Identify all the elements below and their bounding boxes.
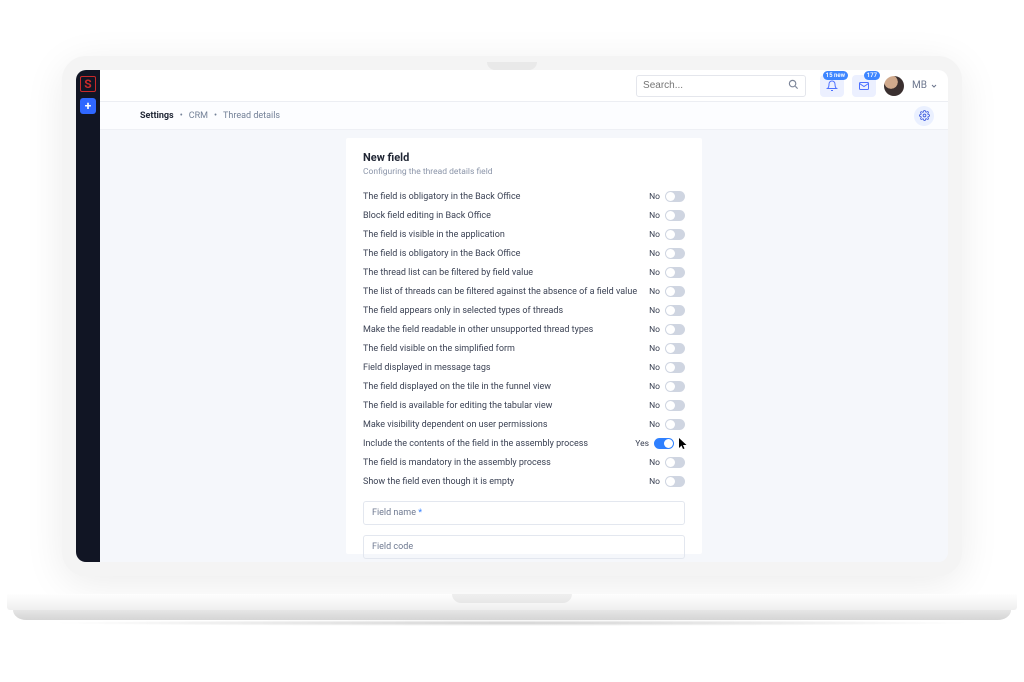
toggle-state-text: No — [649, 249, 660, 259]
toggle-row: The field is visible in the application N… — [363, 225, 685, 244]
toggle-row: The field is mandatory in the assembly p… — [363, 453, 685, 472]
card-subtitle: Configuring the thread details field — [363, 167, 685, 177]
toggle-label: The field is visible in the application — [363, 230, 505, 240]
toggle-label: Field displayed in message tags — [363, 363, 491, 373]
page-settings-button[interactable] — [914, 106, 934, 126]
toggle-switch[interactable] — [665, 476, 685, 487]
toggle-row: The field appears only in selected types… — [363, 301, 685, 320]
toggle-row: The field is available for editing the t… — [363, 396, 685, 415]
toggle-label: Make the field readable in other unsuppo… — [363, 325, 593, 335]
toggle-switch[interactable] — [665, 362, 685, 373]
toggle-state-text: No — [649, 344, 660, 354]
search-icon — [788, 79, 799, 93]
messages-badge: 177 — [864, 71, 880, 80]
toggle-row: Block field editing in Back Office No — [363, 206, 685, 225]
search-box[interactable] — [636, 75, 806, 97]
toggle-state-text: No — [649, 382, 660, 392]
toggle-state-text: No — [649, 192, 660, 202]
toggle-switch[interactable] — [665, 324, 685, 335]
notifications-badge: 15 new — [823, 71, 848, 80]
toggle-label: Block field editing in Back Office — [363, 211, 491, 221]
toggle-label: The list of threads can be filtered agai… — [363, 287, 637, 297]
toggle-label: The field is obligatory in the Back Offi… — [363, 192, 520, 202]
toggle-switch[interactable] — [665, 457, 685, 468]
field-code-input[interactable]: Field code — [363, 535, 685, 559]
topbar: 15 new 177 MB — [100, 70, 948, 102]
toggle-row: Include the contents of the field in the… — [363, 434, 685, 453]
toggle-state-text: No — [649, 401, 660, 411]
toggle-switch[interactable] — [665, 400, 685, 411]
breadcrumb-page[interactable]: Thread details — [223, 111, 280, 121]
app-root: S + 15 new — [76, 70, 948, 562]
toggle-switch[interactable] — [665, 381, 685, 392]
toggle-switch[interactable] — [665, 191, 685, 202]
toggle-state-text: No — [649, 420, 660, 430]
toggle-row: Show the field even though it is empty No — [363, 472, 685, 491]
toggle-switch[interactable] — [665, 229, 685, 240]
toggle-label: The thread list can be filtered by field… — [363, 268, 533, 278]
toggle-switch[interactable] — [665, 210, 685, 221]
notifications-button[interactable]: 15 new — [820, 75, 844, 97]
field-name-input[interactable]: Field name * — [363, 501, 685, 525]
user-menu[interactable]: MB — [912, 80, 938, 91]
toggle-row: The field displayed on the tile in the f… — [363, 377, 685, 396]
toggle-row: The field visible on the simplified form… — [363, 339, 685, 358]
toggle-switch[interactable] — [665, 286, 685, 297]
toggle-state-text: No — [649, 325, 660, 335]
toggle-label: The field is available for editing the t… — [363, 401, 552, 411]
toggle-state-text: No — [649, 477, 660, 487]
toggle-switch[interactable] — [665, 343, 685, 354]
toggle-state-text: No — [649, 363, 660, 373]
messages-button[interactable]: 177 — [852, 75, 876, 97]
breadcrumb-section[interactable]: CRM — [189, 111, 208, 121]
toggle-label: Make visibility dependent on user permis… — [363, 420, 548, 430]
toggle-row: The field is obligatory in the Back Offi… — [363, 244, 685, 263]
toggle-row: Make visibility dependent on user permis… — [363, 415, 685, 434]
toggle-state-text: No — [649, 306, 660, 316]
toggle-label: The field is mandatory in the assembly p… — [363, 458, 551, 468]
toggle-state-text: No — [649, 268, 660, 278]
toggle-state-text: No — [649, 458, 660, 468]
app-logo[interactable]: S — [80, 76, 96, 92]
user-avatar[interactable] — [884, 76, 904, 96]
toggle-row: The field is obligatory in the Back Offi… — [363, 187, 685, 206]
field-settings-card: New field Configuring the thread details… — [346, 138, 702, 554]
toggle-switch[interactable] — [665, 419, 685, 430]
cursor-icon — [675, 439, 685, 449]
toggle-label: The field displayed on the tile in the f… — [363, 382, 551, 392]
toggle-switch[interactable] — [654, 438, 674, 449]
toggle-state-text: No — [649, 287, 660, 297]
laptop-mockup: S + 15 new — [62, 56, 962, 626]
toggle-switch[interactable] — [665, 305, 685, 316]
breadcrumb-root[interactable]: Settings — [140, 111, 174, 121]
toggle-row: The thread list can be filtered by field… — [363, 263, 685, 282]
toggle-label: Show the field even though it is empty — [363, 477, 514, 487]
add-button[interactable]: + — [80, 98, 96, 114]
toggle-state-text: Yes — [635, 439, 649, 449]
card-title: New field — [363, 151, 685, 164]
breadcrumb: Settings • CRM • Thread details — [100, 102, 948, 130]
toggle-switch[interactable] — [665, 248, 685, 259]
toggle-row: Field displayed in message tags No — [363, 358, 685, 377]
toggle-label: The field appears only in selected types… — [363, 306, 563, 316]
toggle-label: Include the contents of the field in the… — [363, 439, 588, 449]
toggle-label: The field is obligatory in the Back Offi… — [363, 249, 520, 259]
toggle-label: The field visible on the simplified form — [363, 344, 515, 354]
toggle-row: The list of threads can be filtered agai… — [363, 282, 685, 301]
search-input[interactable] — [643, 80, 782, 91]
toggle-state-text: No — [649, 211, 660, 221]
toggle-switch[interactable] — [665, 267, 685, 278]
nav-rail: S + — [76, 70, 100, 562]
toggle-row: Make the field readable in other unsuppo… — [363, 320, 685, 339]
toggle-state-text: No — [649, 230, 660, 240]
